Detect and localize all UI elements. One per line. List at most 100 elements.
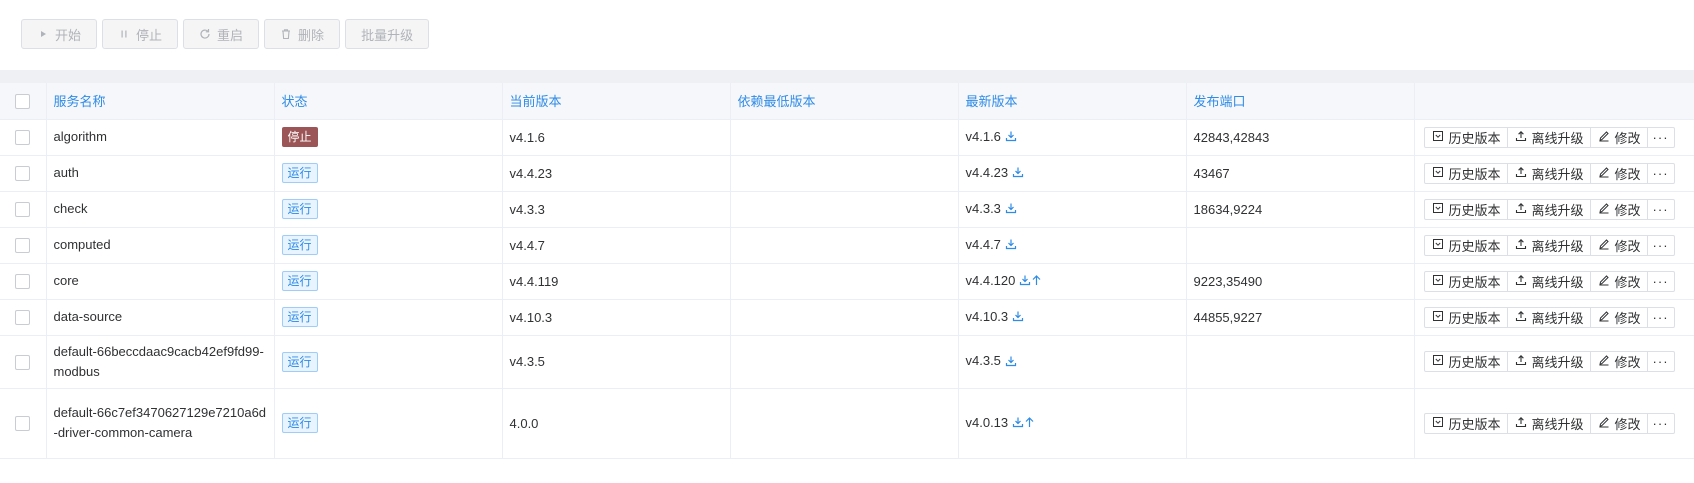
- offline-upgrade-label: 离线升级: [1531, 130, 1584, 146]
- trash-icon: [282, 29, 291, 40]
- more-button[interactable]: ···: [1646, 234, 1675, 256]
- latest-version-cell: v4.1.6: [958, 119, 1187, 156]
- edit-button[interactable]: 修改: [1589, 306, 1648, 328]
- offline-upgrade-button[interactable]: 离线升级: [1506, 162, 1591, 184]
- history-version-label: 历史版本: [1448, 310, 1501, 326]
- history-version-button[interactable]: 历史版本: [1423, 412, 1508, 434]
- more-button[interactable]: ···: [1646, 162, 1675, 184]
- min-dependency-version: [730, 299, 959, 336]
- history-version-button[interactable]: 历史版本: [1423, 198, 1508, 220]
- offline-upgrade-button[interactable]: 离线升级: [1506, 234, 1591, 256]
- offline-upgrade-button[interactable]: 离线升级: [1506, 126, 1591, 148]
- edit-label: 修改: [1614, 238, 1641, 254]
- header-status[interactable]: 状态: [274, 83, 503, 120]
- offline-upgrade-label: 离线升级: [1531, 274, 1584, 290]
- table-row: auth 运行 v4.4.23 v4.4.23 43467 历史版本 离线升级 修改 ···: [0, 155, 1694, 192]
- download-icon[interactable]: [1005, 202, 1017, 217]
- edit-icon: [1598, 416, 1610, 431]
- latest-version-cell: v4.3.3: [958, 191, 1187, 228]
- download-icon[interactable]: [1012, 310, 1024, 325]
- upload-icon: [1515, 310, 1527, 325]
- edit-button[interactable]: 修改: [1589, 126, 1648, 148]
- header-latest-version[interactable]: 最新版本: [958, 83, 1187, 120]
- header-min-dependency-version[interactable]: 依赖最低版本: [730, 83, 959, 120]
- batch-upgrade-button[interactable]: 批量升级: [345, 19, 430, 49]
- more-button[interactable]: ···: [1646, 351, 1675, 372]
- row-checkbox-cell: [0, 191, 47, 228]
- service-name: core: [53, 273, 79, 288]
- edit-button[interactable]: 修改: [1589, 162, 1648, 184]
- latest-version-cell: v4.4.7: [958, 227, 1187, 264]
- offline-upgrade-button[interactable]: 离线升级: [1506, 412, 1591, 434]
- download-icon[interactable]: [1005, 130, 1017, 145]
- offline-upgrade-button[interactable]: 离线升级: [1506, 306, 1591, 328]
- download-icon[interactable]: [1005, 238, 1017, 253]
- row-checkbox[interactable]: [15, 354, 31, 370]
- edit-icon: [1598, 238, 1610, 253]
- edit-icon: [1598, 130, 1610, 145]
- service-name: default-66c7ef3470627129e7210a6d-driver-…: [53, 405, 267, 440]
- actions-cell: 历史版本 离线升级 修改 ···: [1413, 388, 1694, 459]
- header-name[interactable]: 服务名称: [46, 83, 275, 120]
- row-checkbox-cell: [0, 227, 47, 264]
- row-checkbox[interactable]: [15, 274, 31, 290]
- status-cell: 运行: [274, 388, 503, 459]
- service-name: computed: [53, 237, 111, 252]
- row-checkbox[interactable]: [15, 310, 31, 326]
- row-checkbox[interactable]: [15, 238, 31, 254]
- more-button[interactable]: ···: [1646, 412, 1675, 434]
- edit-button[interactable]: 修改: [1589, 198, 1648, 220]
- service-name: data-source: [53, 309, 123, 324]
- restart-button[interactable]: 重启: [183, 19, 260, 49]
- history-version-button[interactable]: 历史版本: [1423, 234, 1508, 256]
- latest-version-cell: v4.4.23: [958, 155, 1187, 192]
- history-version-button[interactable]: 历史版本: [1423, 126, 1508, 148]
- more-button[interactable]: ···: [1646, 270, 1675, 292]
- edit-button[interactable]: 修改: [1589, 412, 1648, 434]
- latest-version-cell: v4.3.5: [958, 335, 1187, 389]
- history-version-button[interactable]: 历史版本: [1423, 162, 1508, 184]
- download-icon[interactable]: [1012, 166, 1024, 181]
- more-button[interactable]: ···: [1646, 198, 1675, 220]
- offline-upgrade-button[interactable]: 离线升级: [1506, 270, 1591, 292]
- edit-icon: [1598, 166, 1610, 181]
- select-all-checkbox[interactable]: [15, 93, 31, 109]
- history-version-label: 历史版本: [1448, 238, 1501, 254]
- table-header: 服务名称 状态 当前版本 依赖最低版本 最新版本 发布端口: [0, 83, 1694, 120]
- ports: [1186, 335, 1415, 389]
- latest-version-cell: v4.10.3: [958, 299, 1187, 336]
- header-current-version[interactable]: 当前版本: [502, 83, 731, 120]
- start-button[interactable]: 开始: [21, 19, 98, 49]
- upload-icon: [1515, 274, 1527, 289]
- row-checkbox[interactable]: [15, 416, 31, 432]
- upload-icon: [1515, 202, 1527, 217]
- download-icon[interactable]: [1012, 416, 1024, 431]
- edit-button[interactable]: 修改: [1589, 234, 1648, 256]
- service-name: algorithm: [53, 129, 107, 144]
- edit-button[interactable]: 修改: [1589, 270, 1648, 292]
- row-checkbox[interactable]: [15, 202, 31, 218]
- row-checkbox-cell: [0, 119, 47, 156]
- more-button[interactable]: ···: [1646, 306, 1675, 328]
- history-version-button[interactable]: 历史版本: [1423, 306, 1508, 328]
- stop-button[interactable]: 停止: [102, 19, 179, 49]
- latest-version: v4.10.3: [965, 308, 1009, 324]
- download-icon[interactable]: [1005, 355, 1017, 370]
- upgrade-arrow-icon[interactable]: [1024, 416, 1035, 431]
- header-ports[interactable]: 发布端口: [1186, 83, 1415, 120]
- history-icon: [1432, 416, 1444, 431]
- history-version-button[interactable]: 历史版本: [1423, 270, 1508, 292]
- offline-upgrade-button[interactable]: 离线升级: [1506, 198, 1591, 220]
- offline-upgrade-button[interactable]: 离线升级: [1506, 351, 1591, 372]
- history-version-button[interactable]: 历史版本: [1423, 351, 1508, 372]
- edit-button[interactable]: 修改: [1589, 351, 1648, 372]
- download-icon[interactable]: [1019, 274, 1031, 289]
- row-checkbox[interactable]: [15, 130, 31, 146]
- row-actions: 历史版本 离线升级 修改 ···: [1423, 126, 1675, 148]
- upgrade-arrow-icon[interactable]: [1031, 274, 1042, 289]
- table-row: default-66c7ef3470627129e7210a6d-driver-…: [0, 388, 1694, 459]
- edit-icon: [1598, 310, 1610, 325]
- delete-button[interactable]: 删除: [264, 19, 341, 49]
- more-button[interactable]: ···: [1646, 126, 1675, 148]
- row-checkbox[interactable]: [15, 166, 31, 182]
